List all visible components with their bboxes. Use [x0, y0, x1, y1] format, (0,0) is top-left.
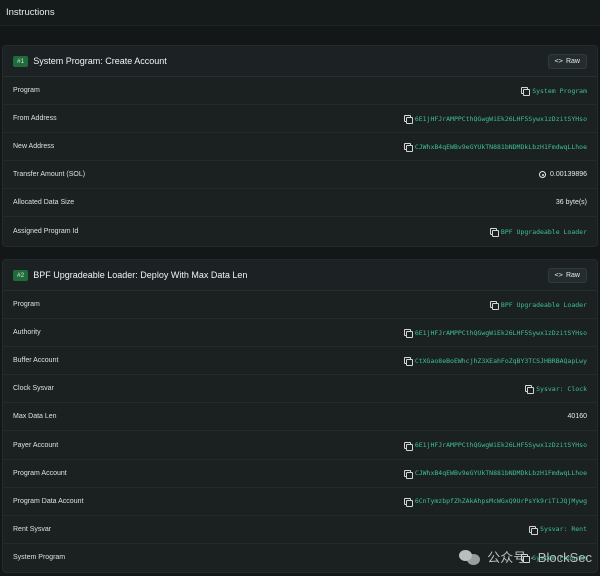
row-value[interactable]: Sysvar: Rent — [540, 525, 587, 533]
row-label: Rent Sysvar — [13, 525, 52, 533]
row-value[interactable]: System Program — [532, 87, 587, 95]
row-value: 0.00139896 — [539, 171, 587, 179]
row-link[interactable]: BPF Upgradeable Loader — [489, 301, 587, 311]
row-link[interactable]: Sysvar: Rent — [529, 525, 587, 535]
row-value: 36 byte(s) — [555, 199, 587, 207]
row-label: Payer Account — [13, 441, 59, 449]
table-row: Program System Program — [3, 77, 597, 106]
code-icon: <> — [554, 271, 563, 279]
row-link[interactable]: CtXGao8eBoEWhcjhZ3XEahFoZqBY3TCSJHBRBAQa… — [403, 357, 587, 367]
raw-button[interactable]: <> Raw — [547, 267, 587, 283]
table-row: New Address CJWhxB4qEWBv9eGYUkTN881bNDMD… — [3, 133, 597, 162]
code-icon: <> — [554, 57, 563, 65]
table-row: Max Data Len 40160 — [3, 403, 597, 432]
copy-icon[interactable] — [403, 143, 413, 153]
table-row: From Address 6E1jHFJrAMPPCthQGwgWiEk26LH… — [3, 105, 597, 134]
row-label: Allocated Data Size — [13, 199, 75, 207]
row-label: Program Data Account — [13, 497, 84, 505]
copy-icon[interactable] — [403, 469, 413, 479]
copy-icon[interactable] — [403, 115, 413, 125]
sol-icon — [539, 171, 547, 179]
row-link[interactable]: CJWhxB4qEWBv9eGYUkTN881bNDMDkLbzH1FmdwqL… — [403, 469, 587, 479]
row-label: Transfer Amount (SOL) — [13, 171, 86, 179]
row-link[interactable]: Sysvar: Clock — [525, 385, 587, 395]
row-value[interactable]: Sysvar: Clock — [536, 385, 587, 393]
copy-icon[interactable] — [489, 228, 499, 238]
copy-icon[interactable] — [525, 385, 535, 395]
table-row: Program Account CJWhxB4qEWBv9eGYUkTN881b… — [3, 460, 597, 488]
table-row: Rent Sysvar Sysvar: Rent — [3, 516, 597, 544]
row-link[interactable]: System Program — [521, 87, 587, 97]
copy-icon[interactable] — [521, 87, 531, 97]
row-label: Max Data Len — [13, 413, 57, 421]
row-link[interactable]: 6CnTymzbpfZhZAkAhpsMcWGxQ9UrPsYk9riTiJQj… — [403, 497, 587, 507]
row-label: Authority — [13, 329, 41, 337]
row-value[interactable]: BPF Upgradeable Loader — [501, 301, 587, 309]
raw-button-label: Raw — [565, 271, 580, 279]
copy-icon[interactable] — [403, 329, 413, 339]
watermark: 公众号 · BlockSec — [459, 547, 592, 566]
row-link[interactable]: CJWhxB4qEWBv9eGYUkTN881bNDMDkLbzH1FmdwqL… — [403, 143, 587, 153]
row-label: From Address — [13, 115, 57, 123]
row-label: Assigned Program Id — [13, 228, 79, 236]
row-label: New Address — [13, 143, 55, 151]
row-value[interactable]: CJWhxB4qEWBv9eGYUkTN881bNDMDkLbzH1FmdwqL… — [415, 469, 587, 477]
sol-amount: 0.00139896 — [550, 171, 587, 179]
row-label: Clock Sysvar — [13, 385, 54, 393]
raw-button-label: Raw — [565, 57, 580, 65]
table-row: Payer Account 6E1jHFJrAMPPCthQGwgWiEk26L… — [3, 431, 597, 460]
copy-icon[interactable] — [529, 525, 539, 535]
copy-icon[interactable] — [489, 301, 499, 311]
row-label: Buffer Account — [13, 357, 59, 365]
instruction-card-2: #2 BPF Upgradeable Loader: Deploy With M… — [2, 259, 598, 573]
row-value[interactable]: 6E1jHFJrAMPPCthQGwgWiEk26LHF5Sywx1zDzitS… — [415, 329, 587, 337]
table-row: Clock Sysvar Sysvar: Clock — [3, 375, 597, 404]
wechat-icon — [459, 548, 481, 566]
table-row: Transfer Amount (SOL) 0.00139896 — [3, 161, 597, 190]
row-value[interactable]: BPF Upgradeable Loader — [501, 228, 587, 236]
instruction-card-1: #1 System Program: Create Account <> Raw… — [2, 45, 598, 247]
row-link[interactable]: 6E1jHFJrAMPPCthQGwgWiEk26LHF5Sywx1zDzitS… — [403, 441, 587, 451]
instruction-header: #1 System Program: Create Account <> Raw — [3, 46, 597, 77]
copy-icon[interactable] — [403, 441, 413, 451]
instruction-badge: #1 — [13, 55, 29, 67]
row-link[interactable]: 6E1jHFJrAMPPCthQGwgWiEk26LHF5Sywx1zDzitS… — [403, 329, 587, 339]
row-value[interactable]: 6E1jHFJrAMPPCthQGwgWiEk26LHF5Sywx1zDzitS… — [415, 115, 587, 123]
table-row: Allocated Data Size 36 byte(s) — [3, 189, 597, 218]
table-row: Authority 6E1jHFJrAMPPCthQGwgWiEk26LHF5S… — [3, 319, 597, 348]
instruction-title: BPF Upgradeable Loader: Deploy With Max … — [33, 270, 248, 280]
row-label: Program Account — [13, 469, 67, 477]
table-row: Buffer Account CtXGao8eBoEWhcjhZ3XEahFoZ… — [3, 347, 597, 376]
row-value: 40160 — [567, 413, 587, 421]
watermark-text: 公众号 · BlockSec — [487, 550, 592, 565]
instruction-header: #2 BPF Upgradeable Loader: Deploy With M… — [3, 260, 597, 291]
row-value[interactable]: CJWhxB4qEWBv9eGYUkTN881bNDMDkLbzH1FmdwqL… — [415, 143, 587, 151]
instruction-badge: #2 — [13, 269, 29, 281]
row-link[interactable]: 6E1jHFJrAMPPCthQGwgWiEk26LHF5Sywx1zDzitS… — [403, 115, 587, 125]
row-value[interactable]: CtXGao8eBoEWhcjhZ3XEahFoZqBY3TCSJHBRBAQa… — [415, 357, 587, 365]
row-label: Program — [13, 301, 40, 309]
page-title: Instructions — [6, 7, 55, 18]
table-row: Program Data Account 6CnTymzbpfZhZAkAhps… — [3, 488, 597, 516]
table-row: Assigned Program Id BPF Upgradeable Load… — [3, 217, 597, 245]
instructions-header: Instructions — [0, 0, 600, 26]
copy-icon[interactable] — [403, 497, 413, 507]
row-value[interactable]: 6CnTymzbpfZhZAkAhpsMcWGxQ9UrPsYk9riTiJQj… — [415, 497, 587, 505]
row-label: Program — [13, 87, 40, 95]
row-value[interactable]: 6E1jHFJrAMPPCthQGwgWiEk26LHF5Sywx1zDzitS… — [415, 441, 587, 449]
instruction-title: System Program: Create Account — [33, 56, 167, 66]
raw-button[interactable]: <> Raw — [547, 53, 587, 69]
row-label: System Program — [13, 554, 66, 562]
row-link[interactable]: BPF Upgradeable Loader — [489, 228, 587, 238]
table-row: Program BPF Upgradeable Loader — [3, 291, 597, 320]
copy-icon[interactable] — [403, 357, 413, 367]
